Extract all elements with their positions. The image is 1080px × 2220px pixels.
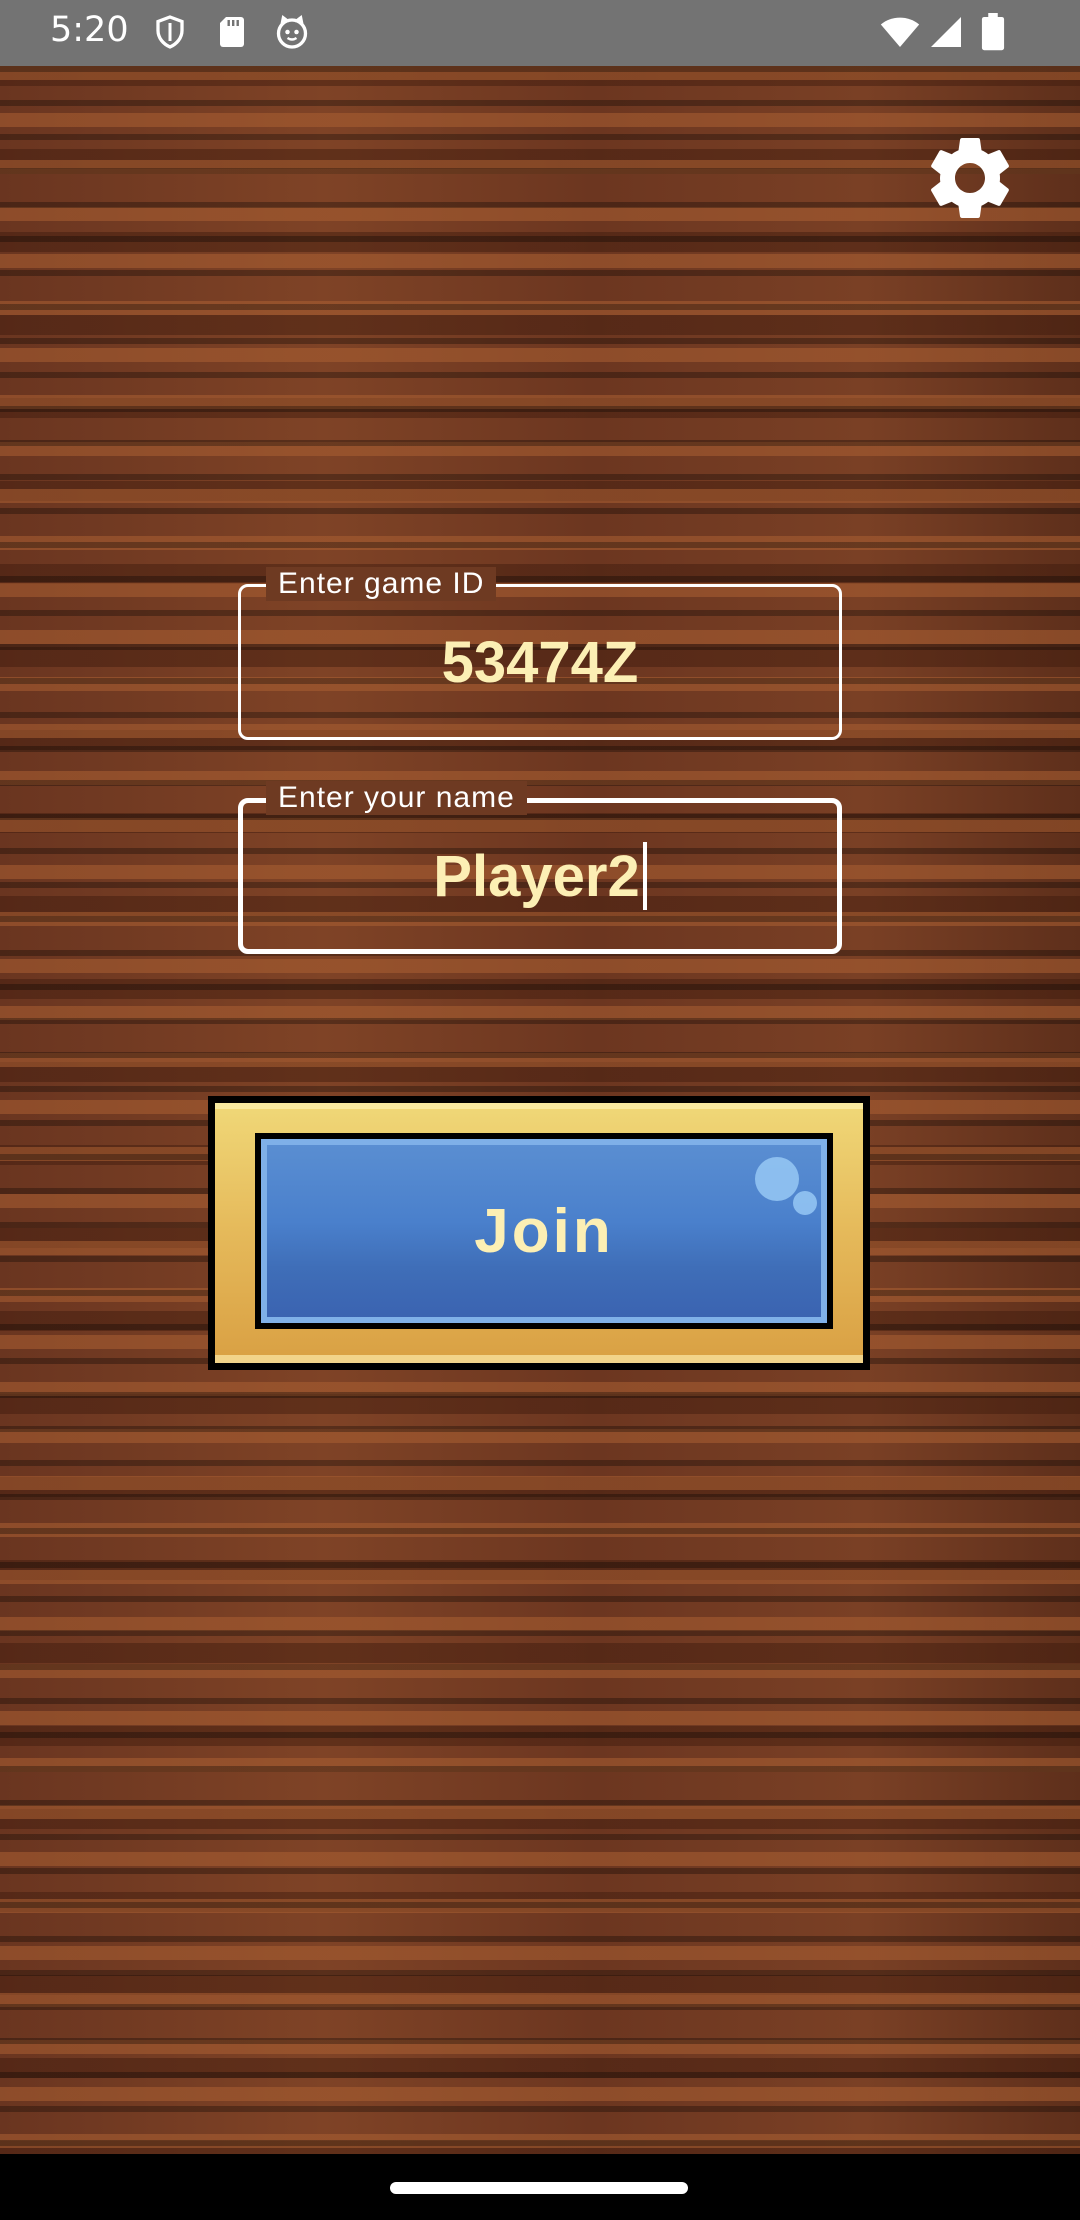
join-button-border: Join xyxy=(255,1133,833,1329)
name-field[interactable]: Enter your name Player2 xyxy=(238,781,842,954)
status-bar: 5:20 xyxy=(0,0,1080,66)
status-time: 5:20 xyxy=(50,10,129,50)
name-input[interactable]: Player2 xyxy=(238,798,842,954)
game-id-field[interactable]: Enter game ID 53474Z xyxy=(238,567,842,740)
signal-icon xyxy=(928,14,964,50)
shield-icon xyxy=(152,14,188,50)
wifi-icon xyxy=(880,12,920,52)
join-button[interactable]: Join xyxy=(208,1096,870,1370)
game-id-input[interactable]: 53474Z xyxy=(238,584,842,740)
game-id-value: 53474Z xyxy=(441,629,639,695)
cat-face-icon xyxy=(274,14,310,50)
join-button-frame: Join xyxy=(215,1103,863,1363)
text-cursor xyxy=(642,842,647,910)
sd-card-icon xyxy=(214,14,250,50)
battery-icon xyxy=(978,13,1008,51)
gear-icon xyxy=(920,128,1020,228)
home-gesture-handle[interactable] xyxy=(390,2182,688,2194)
name-value: Player2 xyxy=(433,843,640,909)
join-button-face: Join xyxy=(261,1139,827,1323)
join-button-label: Join xyxy=(474,1196,614,1266)
settings-button[interactable] xyxy=(920,128,1020,228)
